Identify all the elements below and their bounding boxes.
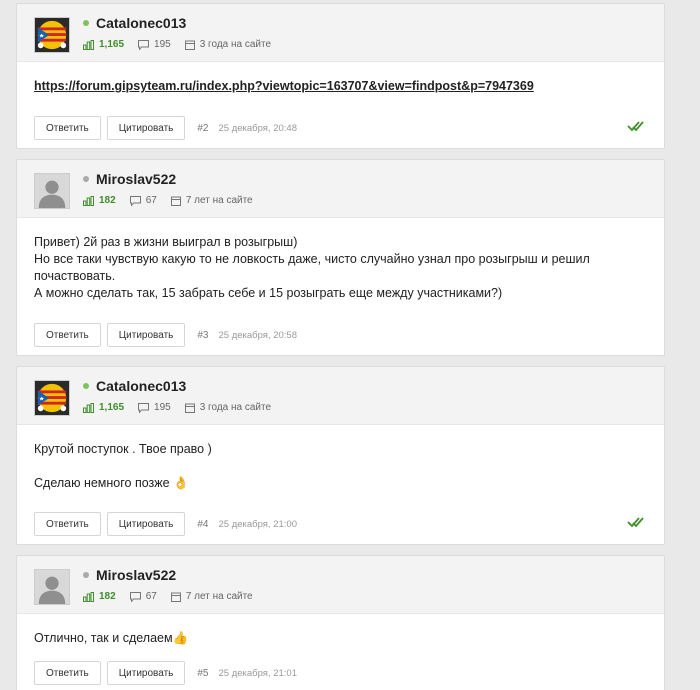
post-footer: Ответить Цитировать #4 25 декабря, 21:00 bbox=[34, 512, 647, 536]
online-status-dot bbox=[83, 383, 89, 389]
offline-status-dot bbox=[83, 572, 89, 578]
posts-count-value: 195 bbox=[154, 402, 171, 413]
post-number[interactable]: #4 bbox=[197, 519, 208, 530]
post-text-line: Крутой поступок . Твое право ) bbox=[34, 442, 212, 456]
double-check-icon bbox=[627, 121, 644, 132]
posts-count-stat: 195 bbox=[138, 402, 171, 413]
on-site-value: 7 лет на сайте bbox=[185, 195, 253, 206]
post-footer: Ответить Цитировать #5 25 декабря, 21:01 bbox=[34, 661, 647, 685]
calendar-icon bbox=[184, 40, 195, 50]
reputation-stat: 182 bbox=[83, 195, 116, 206]
posts-count-value: 67 bbox=[145, 195, 157, 206]
offline-status-dot bbox=[83, 176, 89, 182]
posts-count-stat: 67 bbox=[129, 591, 157, 602]
quote-button[interactable]: Цитировать bbox=[106, 661, 186, 685]
post-footer: Ответить Цитировать #2 25 декабря, 20:48 bbox=[34, 116, 647, 140]
quote-button[interactable]: Цитировать bbox=[106, 116, 186, 140]
on-site-value: 7 лет на сайте bbox=[185, 591, 253, 602]
comment-icon bbox=[129, 195, 141, 206]
quote-button[interactable]: Цитировать bbox=[106, 323, 186, 347]
post-number[interactable]: #5 bbox=[197, 668, 208, 679]
on-site-stat: 3 года на сайте bbox=[184, 402, 272, 413]
forum-post: Miroslav522 182 67 7 лет на сайте Отличн… bbox=[16, 555, 665, 690]
post-date: 25 декабря, 20:58 bbox=[218, 329, 297, 341]
reply-button[interactable]: Ответить bbox=[34, 323, 101, 347]
username[interactable]: Miroslav522 bbox=[96, 171, 176, 187]
post-text-line: Отлично, так и сделаем👍 bbox=[34, 631, 189, 645]
posts-count-stat: 67 bbox=[129, 195, 157, 206]
username[interactable]: Miroslav522 bbox=[96, 567, 176, 583]
posts-count-stat: 195 bbox=[138, 39, 171, 50]
post-header: Miroslav522 182 67 7 лет на сайте bbox=[17, 160, 664, 218]
avatar[interactable] bbox=[34, 17, 70, 53]
catalonia-flag-icon bbox=[35, 18, 69, 52]
forum-post: Catalonec013 1,165 195 3 года на сайте h… bbox=[16, 3, 665, 149]
reputation-value: 1,165 bbox=[99, 402, 125, 413]
online-status-dot bbox=[83, 20, 89, 26]
reply-button[interactable]: Ответить bbox=[34, 661, 101, 685]
reputation-stat: 1,165 bbox=[83, 39, 124, 50]
avatar[interactable] bbox=[34, 380, 70, 416]
on-site-value: 3 года на сайте bbox=[199, 39, 272, 50]
bar-chart-icon bbox=[83, 591, 94, 602]
post-link[interactable]: https://forum.gipsyteam.ru/index.php?vie… bbox=[34, 79, 534, 93]
forum-post: Catalonec013 1,165 195 3 года на сайте К… bbox=[16, 366, 665, 545]
calendar-icon bbox=[184, 403, 195, 413]
post-footer: Ответить Цитировать #3 25 декабря, 20:58 bbox=[34, 323, 647, 347]
bar-chart-icon bbox=[83, 39, 94, 50]
quote-button[interactable]: Цитировать bbox=[106, 512, 186, 536]
forum-post: Miroslav522 182 67 7 лет на сайте Привет… bbox=[16, 159, 665, 356]
reputation-value: 1,165 bbox=[99, 39, 125, 50]
default-user-avatar bbox=[35, 570, 69, 604]
on-site-value: 3 года на сайте bbox=[199, 402, 272, 413]
posts-count-value: 195 bbox=[154, 39, 171, 50]
comment-icon bbox=[138, 39, 150, 50]
post-number[interactable]: #3 bbox=[197, 330, 208, 341]
reputation-value: 182 bbox=[99, 591, 116, 602]
post-header: Catalonec013 1,165 195 3 года на сайте bbox=[17, 367, 664, 425]
post-text-line: Привет) 2й раз в жизни выиграл в розыгры… bbox=[34, 235, 298, 249]
reply-button[interactable]: Ответить bbox=[34, 512, 101, 536]
reputation-stat: 182 bbox=[83, 591, 116, 602]
post-header: Miroslav522 182 67 7 лет на сайте bbox=[17, 556, 664, 614]
calendar-icon bbox=[170, 592, 181, 602]
on-site-stat: 7 лет на сайте bbox=[170, 591, 253, 602]
post-body: Привет) 2й раз в жизни выиграл в розыгры… bbox=[17, 218, 664, 302]
reply-button[interactable]: Ответить bbox=[34, 116, 101, 140]
post-body: Отлично, так и сделаем👍 bbox=[17, 614, 664, 647]
post-number[interactable]: #2 bbox=[197, 123, 208, 134]
on-site-stat: 3 года на сайте bbox=[184, 39, 272, 50]
double-check-icon bbox=[627, 517, 644, 528]
post-date: 25 декабря, 20:48 bbox=[218, 122, 297, 134]
post-header: Catalonec013 1,165 195 3 года на сайте bbox=[17, 4, 664, 62]
post-text-line: Но все таки чувствую какую то не ловкост… bbox=[34, 252, 590, 283]
post-text-line: Сделаю немного позже 👌 bbox=[34, 476, 189, 490]
post-date: 25 декабря, 21:00 bbox=[218, 518, 297, 530]
post-body: https://forum.gipsyteam.ru/index.php?vie… bbox=[17, 62, 664, 95]
default-user-avatar bbox=[35, 174, 69, 208]
username[interactable]: Catalonec013 bbox=[96, 15, 186, 31]
comment-icon bbox=[138, 402, 150, 413]
reputation-stat: 1,165 bbox=[83, 402, 124, 413]
comment-icon bbox=[129, 591, 141, 602]
on-site-stat: 7 лет на сайте bbox=[170, 195, 253, 206]
avatar[interactable] bbox=[34, 173, 70, 209]
avatar[interactable] bbox=[34, 569, 70, 605]
post-text-line: А можно сделать так, 15 забрать себе и 1… bbox=[34, 286, 503, 300]
bar-chart-icon bbox=[83, 195, 94, 206]
post-date: 25 декабря, 21:01 bbox=[218, 667, 297, 679]
reputation-value: 182 bbox=[99, 195, 116, 206]
username[interactable]: Catalonec013 bbox=[96, 378, 186, 394]
catalonia-flag-icon bbox=[35, 381, 69, 415]
bar-chart-icon bbox=[83, 402, 94, 413]
posts-count-value: 67 bbox=[145, 591, 157, 602]
calendar-icon bbox=[170, 196, 181, 206]
post-body: Крутой поступок . Твое право ) Сделаю не… bbox=[17, 425, 664, 492]
